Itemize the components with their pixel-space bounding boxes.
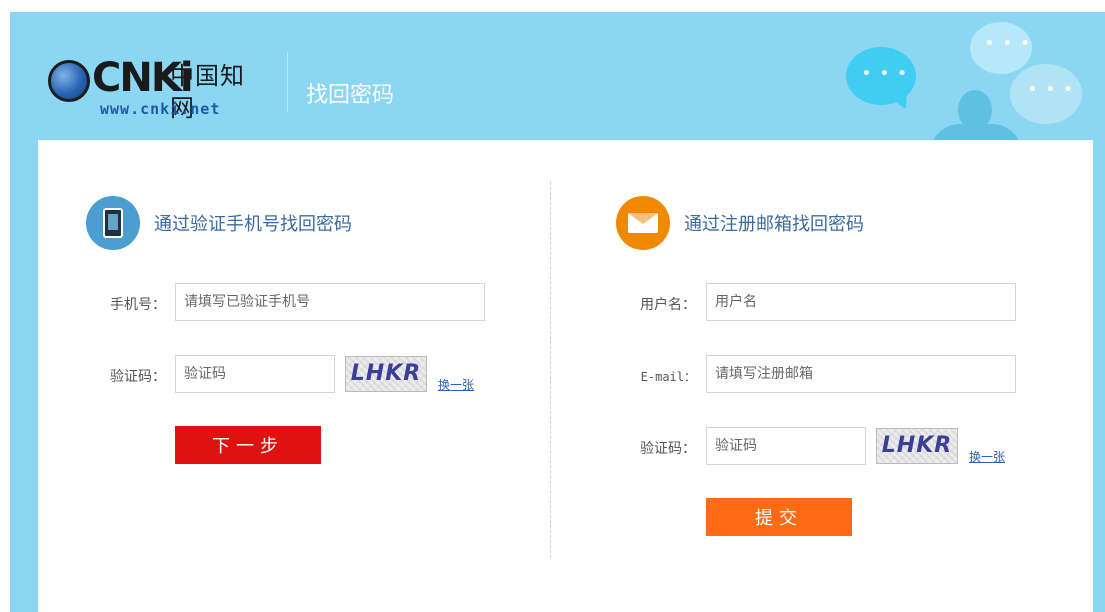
recovery-panel: 通过验证手机号找回密码 手机号： 验证码： LHKR 换一张 下一步 通过注册邮… [38,140,1093,612]
page-frame: CNKi 中国知网 www.cnki.net 找回密码 • • • • • • … [10,12,1105,612]
page-title: 找回密码 [306,83,395,108]
next-step-button[interactable]: 下一步 [175,426,321,464]
globe-icon [48,60,90,102]
username-label: 用户名： [640,297,696,313]
mail-icon [616,196,670,250]
bubble-dots-icon: • • • [862,66,909,82]
section-divider [550,182,551,558]
email-captcha-image[interactable]: LHKR [876,428,958,464]
logo-url-text: www.cnki.net [100,100,221,118]
header-divider [287,52,288,112]
phone-input[interactable] [175,283,485,321]
phone-label: 手机号： [110,297,166,313]
email-input[interactable] [706,355,1016,393]
submit-button[interactable]: 提交 [706,498,852,536]
email-label: E-mail： [640,370,696,384]
bubble-dots-icon: • • • [1028,82,1075,98]
email-section-title: 通过注册邮箱找回密码 [684,214,864,235]
username-input[interactable] [706,283,1016,321]
bubble-dots-icon: • • • [985,36,1032,52]
phone-section-title: 通过验证手机号找回密码 [154,214,352,235]
email-captcha-refresh-link[interactable]: 换一张 [969,448,1005,465]
phone-captcha-refresh-link[interactable]: 换一张 [438,376,474,393]
phone-captcha-image[interactable]: LHKR [345,356,427,392]
captcha-text: LHKR [350,361,422,386]
captcha-text: LHKR [881,433,953,458]
email-captcha-label: 验证码： [640,441,696,457]
cnki-logo[interactable]: CNKi 中国知网 www.cnki.net [48,52,268,122]
phone-captcha-input[interactable] [175,355,335,393]
phone-icon [86,196,140,250]
phone-captcha-label: 验证码： [110,369,166,385]
email-captcha-input[interactable] [706,427,866,465]
